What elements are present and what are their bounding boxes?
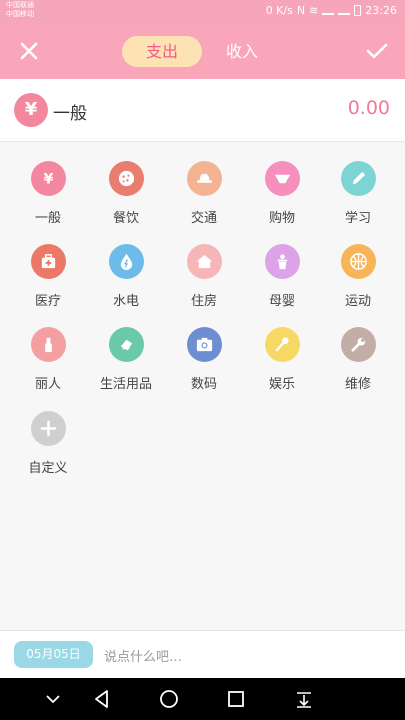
house-icon xyxy=(187,244,222,279)
amount-display[interactable]: 0.00 xyxy=(348,97,390,119)
daily-goods-icon xyxy=(109,327,144,362)
category-dining[interactable]: 餐饮 xyxy=(87,150,165,230)
lipstick-icon xyxy=(31,327,66,362)
network-speed: 0 K/s xyxy=(265,4,293,17)
category-label: 水电 xyxy=(112,294,139,309)
confirm-check-icon[interactable] xyxy=(361,34,393,68)
category-label: 一般 xyxy=(34,211,61,226)
microphone-icon xyxy=(265,327,300,362)
category-label: 丽人 xyxy=(34,377,61,392)
back-icon[interactable] xyxy=(89,686,115,712)
notification-pull-icon[interactable] xyxy=(291,686,317,712)
category-label: 餐饮 xyxy=(112,211,139,226)
category-label: 娱乐 xyxy=(268,377,295,392)
category-label: 生活用品 xyxy=(99,377,152,392)
hat-icon xyxy=(187,161,222,196)
tab-expense[interactable]: 支出 xyxy=(122,36,202,67)
recent-apps-icon[interactable] xyxy=(223,686,249,712)
status-bar: 中国联通 中国移动 0 K/s N ≋ 23:26 xyxy=(0,0,405,24)
chevron-down-icon[interactable] xyxy=(40,686,66,712)
carrier-2: 中国移动 xyxy=(6,10,34,18)
category-general[interactable]: ¥ 一般 xyxy=(9,150,87,230)
battery-icon xyxy=(354,5,362,16)
category-label: 医疗 xyxy=(34,294,61,309)
date-button[interactable]: 05月05日 xyxy=(14,641,93,668)
system-nav-bar xyxy=(0,678,405,720)
home-icon[interactable] xyxy=(156,686,182,712)
category-label: 购物 xyxy=(268,211,295,226)
category-shopping[interactable]: 购物 xyxy=(243,150,321,230)
category-sports[interactable]: 运动 xyxy=(319,233,397,313)
category-label: 学习 xyxy=(344,211,371,226)
category-study[interactable]: 学习 xyxy=(319,150,397,230)
signal-icon-2 xyxy=(338,6,351,15)
water-drop-icon xyxy=(109,244,144,279)
category-repair[interactable]: 维修 xyxy=(319,316,397,396)
category-custom[interactable]: 自定义 xyxy=(9,400,87,480)
nfc-icon: N xyxy=(296,4,306,17)
wrench-icon xyxy=(341,327,376,362)
medical-kit-icon xyxy=(31,244,66,279)
amount-row: ¥ 一般 0.00 xyxy=(0,79,405,142)
category-digital[interactable]: 数码 xyxy=(165,316,243,396)
category-label: 自定义 xyxy=(28,461,68,476)
category-daily-goods[interactable]: 生活用品 xyxy=(87,316,165,396)
note-input[interactable]: 说点什么吧… xyxy=(104,646,182,665)
carrier-1: 中国联通 xyxy=(6,1,34,9)
selected-category-label: 一般 xyxy=(53,104,87,124)
category-label: 数码 xyxy=(190,377,217,392)
status-right: 0 K/s N ≋ 23:26 xyxy=(266,4,397,17)
close-icon[interactable] xyxy=(14,34,44,68)
underwear-icon xyxy=(265,161,300,196)
category-beauty[interactable]: 丽人 xyxy=(9,316,87,396)
wifi-icon: ≋ xyxy=(309,4,319,17)
svg-text:¥: ¥ xyxy=(44,171,54,187)
category-label: 维修 xyxy=(344,377,371,392)
category-medical[interactable]: 医疗 xyxy=(9,233,87,313)
category-mother-baby[interactable]: 母婴 xyxy=(243,233,321,313)
note-bar: 05月05日 说点什么吧… xyxy=(0,630,405,678)
signal-icon xyxy=(322,6,335,15)
category-transport[interactable]: 交通 xyxy=(165,150,243,230)
category-housing[interactable]: 住房 xyxy=(165,233,243,313)
category-label: 住房 xyxy=(190,294,217,309)
category-utilities[interactable]: 水电 xyxy=(87,233,165,313)
tab-income[interactable]: 收入 xyxy=(214,36,270,67)
baby-bottle-icon xyxy=(265,244,300,279)
yen-icon: ¥ xyxy=(31,161,66,196)
camera-icon xyxy=(187,327,222,362)
basketball-icon xyxy=(341,244,376,279)
carrier-info: 中国联通 中国移动 xyxy=(6,1,34,19)
yen-icon: ¥ xyxy=(14,93,48,127)
category-label: 运动 xyxy=(344,294,371,309)
category-label: 母婴 xyxy=(268,294,295,309)
category-label: 交通 xyxy=(190,211,217,226)
top-bar: 支出 收入 xyxy=(0,24,405,79)
plus-icon xyxy=(31,411,66,446)
pencil-icon xyxy=(341,161,376,196)
category-entertainment[interactable]: 娱乐 xyxy=(243,316,321,396)
clock: 23:26 xyxy=(365,4,397,17)
cookie-icon xyxy=(109,161,144,196)
